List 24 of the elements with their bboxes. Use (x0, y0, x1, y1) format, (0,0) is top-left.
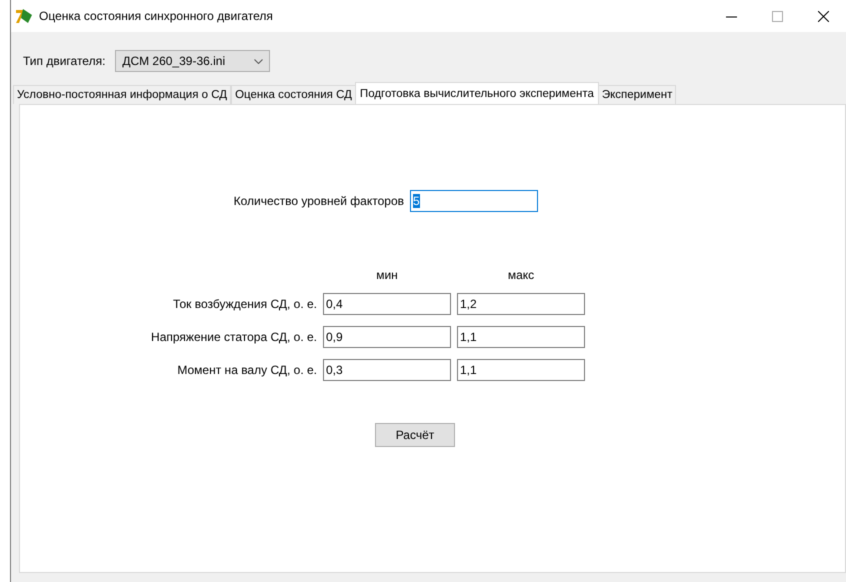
input-field[interactable]: 1,1 (457, 359, 585, 381)
input-field[interactable]: 0,9 (323, 326, 451, 348)
input-field[interactable]: 1,1 (457, 326, 585, 348)
column-header: макс (506, 268, 536, 282)
engine-type-dropdown[interactable]: ДСМ 260_39-36.ini (115, 50, 270, 72)
tab[interactable]: Оценка состояния СД (231, 85, 356, 104)
factor-levels-label: Количество уровней факторов (232, 194, 404, 208)
chevron-icon (254, 58, 264, 64)
engine-type-label: Тип двигателя: (23, 54, 106, 68)
close-icon[interactable] (818, 10, 828, 22)
input-field[interactable]: 0,4 (323, 293, 451, 315)
app-icon (15, 8, 33, 24)
tab[interactable]: Условно-постоянная информация о СД (13, 85, 232, 104)
input-field[interactable]: 1,2 (457, 293, 585, 315)
tab[interactable]: Подготовка вычислительного эксперимента (354, 82, 599, 104)
factor-label: Момент на валу СД, о. е. (176, 363, 317, 377)
factor-label: Ток возбуждения СД, о. е. (172, 297, 317, 311)
input-field[interactable]: 5 (410, 190, 538, 212)
input-field[interactable]: 0,3 (323, 359, 451, 381)
factor-label: Напряжение статора СД, о. е. (150, 330, 317, 344)
tab[interactable]: Эксперимент (598, 85, 676, 104)
window-title: Оценка состояния синхронного двигателя (39, 9, 274, 23)
calculate-button[interactable]: Расчёт (375, 423, 455, 447)
column-header: мин (375, 268, 399, 282)
